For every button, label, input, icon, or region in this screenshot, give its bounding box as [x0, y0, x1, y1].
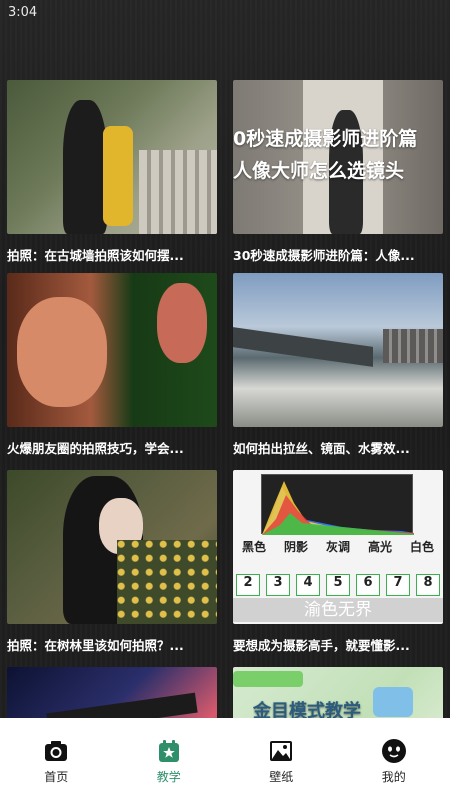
- city-wall: [139, 150, 217, 234]
- article-thumbnail[interactable]: 金目模式教学: [233, 667, 443, 718]
- floral-dress: [117, 540, 217, 624]
- hist-number: 2: [236, 574, 260, 596]
- article-card[interactable]: 金目模式教学: [233, 667, 443, 718]
- bottom-tab-bar: 首页 教学 壁纸 我的: [0, 718, 450, 800]
- tab-label: 我的: [381, 770, 406, 784]
- article-card[interactable]: 火爆朋友圈的拍照技巧，学会...: [7, 273, 217, 458]
- article-card[interactable]: 拍照：在树林里该如何拍照？...: [7, 470, 217, 655]
- status-bar: 3:04: [0, 0, 450, 24]
- hist-label: 黑色: [241, 540, 266, 554]
- overlay-title-line2: 人像大师怎么选镜头: [233, 160, 405, 182]
- hist-number: 4: [296, 574, 320, 596]
- article-card[interactable]: 黑色 阴影 灰调 高光 白色 2 3 4 5 6 7 8 渝色无界 要想成为摄影…: [233, 470, 443, 655]
- histogram-numbers: 2 3 4 5 6 7 8: [233, 574, 443, 596]
- city-buildings: [383, 329, 443, 363]
- camera-icon: [43, 738, 69, 764]
- status-time: 3:04: [8, 5, 38, 20]
- hist-number: 3: [266, 574, 290, 596]
- article-thumbnail[interactable]: [7, 80, 217, 234]
- face-portrait: [157, 283, 207, 363]
- tab-home[interactable]: 首页: [16, 738, 96, 785]
- article-card[interactable]: 0秒速成摄影师进阶篇 人像大师怎么选镜头 30秒速成摄影师进阶篇：人像...: [233, 80, 443, 265]
- face-portrait: [17, 297, 107, 407]
- tab-profile[interactable]: 我的: [354, 738, 434, 785]
- histogram-graphic: [261, 474, 414, 535]
- article-thumbnail[interactable]: 0秒速成摄影师进阶篇 人像大师怎么选镜头: [233, 80, 443, 234]
- article-feed[interactable]: 拍照：在古城墙拍照该如何摆... 0秒速成摄影师进阶篇 人像大师怎么选镜头 30…: [0, 80, 450, 718]
- teaching-icon: [156, 738, 182, 764]
- hist-label: 白色: [409, 540, 434, 554]
- profile-icon: [381, 738, 407, 764]
- article-card[interactable]: 拍照：在古城墙拍照该如何摆...: [7, 80, 217, 265]
- article-thumbnail[interactable]: [7, 273, 217, 427]
- article-card[interactable]: 如何拍出拉丝、镜面、水雾效...: [233, 273, 443, 458]
- tab-label: 教学: [156, 770, 181, 784]
- tab-label: 壁纸: [269, 770, 294, 784]
- hist-number: 5: [326, 574, 350, 596]
- hist-number: 6: [356, 574, 380, 596]
- tab-wallpaper[interactable]: 壁纸: [241, 738, 321, 785]
- article-title[interactable]: 火爆朋友圈的拍照技巧，学会...: [7, 438, 217, 458]
- article-thumbnail[interactable]: 黑色 阴影 灰调 高光 白色 2 3 4 5 6 7 8 渝色无界: [233, 470, 443, 624]
- tab-teaching[interactable]: 教学: [129, 738, 209, 785]
- hist-label: 灰调: [325, 540, 350, 554]
- overlay-title-line1: 0秒速成摄影师进阶篇: [233, 128, 418, 150]
- article-thumbnail[interactable]: [7, 470, 217, 624]
- watermark-text: 渝色无界: [233, 598, 443, 622]
- overlay-title: 金目模式教学: [253, 701, 361, 718]
- hist-label: 高光: [367, 540, 392, 554]
- histogram-labels: 黑色 阴影 灰调 高光 白色: [233, 538, 443, 558]
- app-screen: 3:04 拍照：在古城墙拍照该如何摆... 0秒速成摄影师进阶篇 人像大师怎么选…: [0, 0, 450, 800]
- article-thumbnail[interactable]: [233, 273, 443, 427]
- sticker-banner: [233, 671, 303, 687]
- person-figure: [63, 100, 107, 234]
- dam: [233, 327, 373, 367]
- article-title[interactable]: 如何拍出拉丝、镜面、水雾效...: [233, 438, 443, 458]
- article-title[interactable]: 要想成为摄影高手，就要懂影...: [233, 635, 443, 655]
- article-title[interactable]: 拍照：在树林里该如何拍照？...: [7, 635, 217, 655]
- hist-number: 8: [416, 574, 440, 596]
- article-title[interactable]: 30秒速成摄影师进阶篇：人像...: [233, 245, 443, 265]
- article-card[interactable]: [7, 667, 217, 718]
- article-title[interactable]: 拍照：在古城墙拍照该如何摆...: [7, 245, 217, 265]
- wallpaper-icon: [268, 738, 294, 764]
- tab-label: 首页: [44, 770, 69, 784]
- hist-number: 7: [386, 574, 410, 596]
- phone-shape: [46, 692, 198, 718]
- article-thumbnail[interactable]: [7, 667, 217, 718]
- hist-label: 阴影: [283, 540, 308, 554]
- yellow-coat: [103, 126, 133, 226]
